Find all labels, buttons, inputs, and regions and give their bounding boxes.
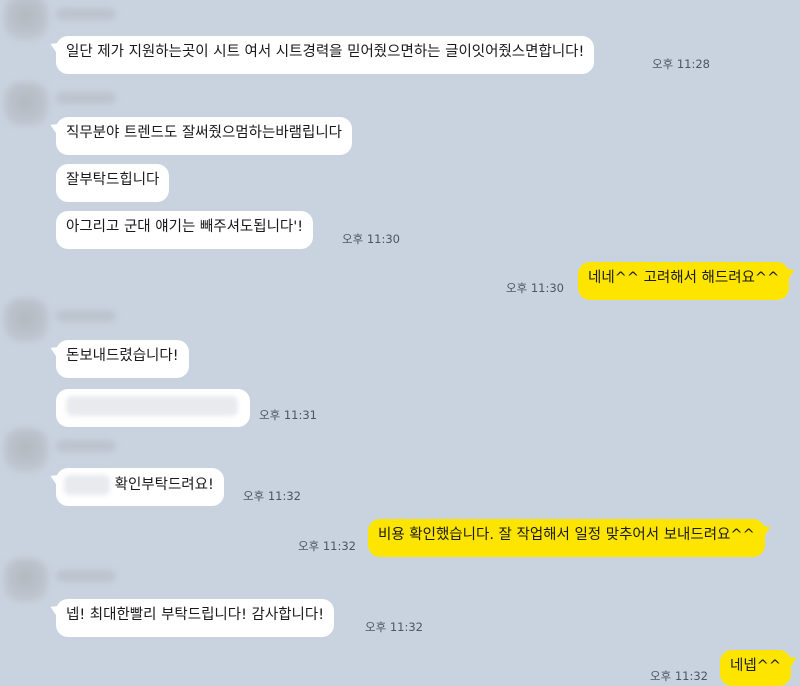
message-timestamp: 오후 11:30 [506,281,564,295]
message-timestamp: 오후 11:31 [259,408,317,422]
message-text: 돈보내드렸습니다! [66,348,179,364]
message-bubble-incoming[interactable]: 아그리고 군대 얘기는 빼주셔도됩니다'! [56,211,314,249]
message-text: 네넵^^ [730,658,781,674]
message-timestamp: 오후 11:28 [652,57,710,71]
sender-avatar[interactable] [4,428,48,472]
message-bubble-incoming[interactable]: 잘부탁드힙니다 [56,164,170,202]
message-bubble-incoming[interactable]: 일단 제가 지원하는곳이 시트 여서 시트경력을 믿어줬으면하는 글이잇어줬스면… [56,36,595,74]
message-bubble-incoming[interactable] [56,389,250,427]
message-timestamp: 오후 11:30 [342,232,400,246]
message-text: 넵! 최대한빨리 부탁드립니다! 감사합니다! [66,607,325,623]
message-text: 확인부탁드려요! [114,477,214,493]
message-text: 잘부탁드힙니다 [66,172,160,188]
message-bubble-outgoing[interactable]: 비용 확인했습니다. 잘 작업해서 일정 맞추어서 보내드려요^^ [368,519,765,557]
message-timestamp: 오후 11:32 [365,620,423,634]
sender-avatar[interactable] [4,0,48,40]
message-bubble-outgoing[interactable]: 네네^^ 고려해서 해드려요^^ [578,262,790,300]
message-bubble-outgoing[interactable]: 네넵^^ [720,650,791,686]
sender-avatar[interactable] [4,82,48,126]
message-text: 일단 제가 지원하는곳이 시트 여서 시트경력을 믿어줬으면하는 글이잇어줬스면… [66,44,585,60]
sender-name [56,570,116,582]
sender-name [56,440,116,452]
sender-name [56,310,116,322]
message-timestamp: 오후 11:32 [650,669,708,683]
redacted-content [66,396,238,416]
sender-avatar[interactable] [4,558,48,602]
message-bubble-incoming[interactable]: 넵! 최대한빨리 부탁드립니다! 감사합니다! [56,599,335,637]
message-bubble-incoming[interactable]: 확인부탁드려요! [56,468,224,506]
sender-name [56,8,116,20]
message-text: 아그리고 군대 얘기는 빼주셔도됩니다'! [66,219,304,235]
message-text: 네네^^ 고려해서 해드려요^^ [588,270,780,286]
message-timestamp: 오후 11:32 [243,489,301,503]
message-bubble-incoming[interactable]: 직무분야 트렌드도 잘써줬으멈하는바램립니다 [56,117,353,155]
message-text: 직무분야 트렌드도 잘써줬으멈하는바램립니다 [66,125,343,141]
message-timestamp: 오후 11:32 [298,539,356,553]
sender-avatar[interactable] [4,298,48,342]
message-bubble-incoming[interactable]: 돈보내드렸습니다! [56,340,189,378]
redacted-content [64,475,110,495]
message-text: 비용 확인했습니다. 잘 작업해서 일정 맞추어서 보내드려요^^ [378,527,755,543]
sender-name [56,92,116,104]
